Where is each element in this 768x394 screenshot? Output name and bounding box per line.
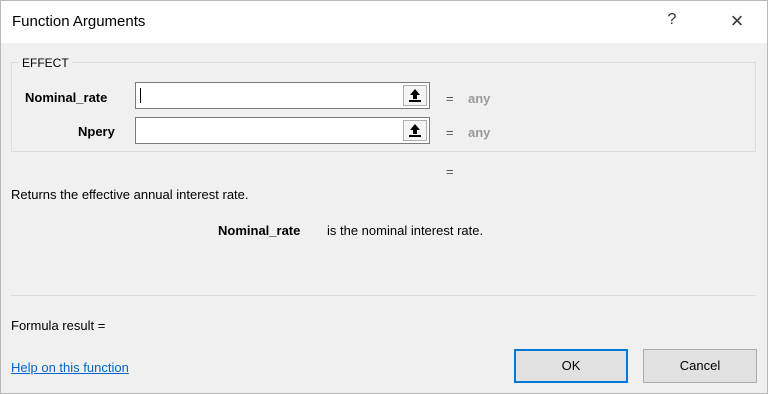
arg-label-nominal-rate: Nominal_rate (25, 90, 108, 105)
npery-input[interactable] (136, 118, 400, 143)
collapse-dialog-button[interactable] (403, 85, 427, 106)
arg-equals: = (446, 125, 454, 140)
help-on-function-link[interactable]: Help on this function (11, 360, 129, 375)
function-arguments-dialog: Function Arguments ? × EFFECT Nominal_ra… (0, 0, 768, 394)
nominal-rate-field[interactable] (135, 82, 430, 109)
collapse-dialog-button[interactable] (403, 120, 427, 141)
title-bar: Function Arguments ? × (1, 1, 767, 43)
divider (11, 295, 756, 296)
dialog-title: Function Arguments (12, 13, 146, 30)
formula-result: Formula result = (11, 318, 106, 333)
arg-equals: = (446, 91, 454, 106)
function-name: EFFECT (19, 56, 72, 70)
close-icon[interactable]: × (725, 7, 749, 35)
function-result-equals: = (446, 164, 454, 179)
help-icon[interactable]: ? (665, 11, 679, 29)
nominal-rate-input[interactable] (136, 83, 400, 108)
argument-description-text: is the nominal interest rate. (327, 223, 484, 238)
ok-button[interactable]: OK (514, 349, 628, 383)
collapse-dialog-icon (409, 89, 421, 102)
arg-label-npery: Npery (78, 124, 115, 139)
npery-field[interactable] (135, 117, 430, 144)
collapse-dialog-icon (409, 124, 421, 137)
argument-description-name: Nominal_rate (218, 223, 301, 238)
arg-result-value: any (468, 91, 491, 106)
cancel-button[interactable]: Cancel (643, 349, 757, 383)
text-caret (140, 88, 141, 103)
function-description: Returns the effective annual interest ra… (11, 187, 249, 202)
arg-result-value: any (468, 125, 491, 140)
